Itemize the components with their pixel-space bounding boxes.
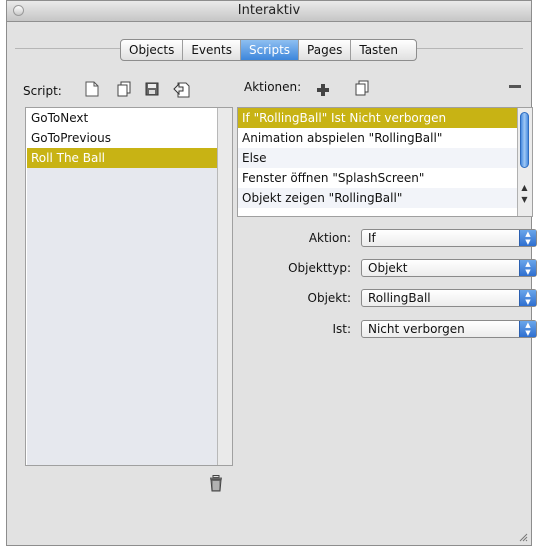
chevron-up-down-icon: ▲ ▼ [519,260,536,276]
load-script-icon[interactable] [173,80,191,98]
add-action-icon[interactable] [316,81,330,97]
trash-icon[interactable] [209,475,223,492]
remove-action-icon[interactable] [508,84,522,90]
actions-list-body: If "RollingBall" Ist Nicht verborgen Ani… [238,108,518,208]
duplicate-action-icon[interactable] [355,80,369,96]
duplicate-script-icon[interactable] [117,81,131,97]
objekt-row: Objekt: RollingBall ▲ ▼ [7,287,538,309]
ist-label: Ist: [332,322,351,336]
action-item[interactable]: Animation abspielen "RollingBall" [238,128,518,148]
scroll-thumb[interactable] [520,112,529,168]
action-item[interactable]: Objekt zeigen "RollingBall" [238,188,518,208]
ist-value: Nicht verborgen [368,322,465,336]
objekt-value: RollingBall [368,291,431,305]
new-script-icon[interactable] [85,81,99,97]
action-item[interactable]: Fenster öffnen "SplashScreen" [238,168,518,188]
scroll-down-icon[interactable]: ▼ [518,194,531,206]
tab-events[interactable]: Events [183,40,241,60]
action-item[interactable]: Else [238,148,518,168]
ist-row: Ist: Nicht verborgen ▲ ▼ [7,318,538,340]
ist-select[interactable]: Nicht verborgen ▲ ▼ [361,320,537,338]
actions-list-scrollbar[interactable]: ▲ ▼ [517,108,532,216]
objekttyp-select[interactable]: Objekt ▲ ▼ [361,259,537,277]
objekt-select[interactable]: RollingBall ▲ ▼ [361,289,537,307]
interaktiv-panel: Interaktiv Objects Events Scripts Pages … [6,0,537,546]
window-title: Interaktiv [237,3,301,18]
script-item-roll-the-ball[interactable]: Roll The Ball [27,148,218,168]
aktion-select[interactable]: If ▲ ▼ [361,229,537,247]
tab-scripts[interactable]: Scripts [240,40,300,60]
actions-list: If "RollingBall" Ist Nicht verborgen Ani… [237,107,533,217]
script-label: Script: [23,84,62,98]
resize-grip-icon[interactable] [518,532,528,542]
action-item[interactable]: If "RollingBall" Ist Nicht verborgen [238,108,518,128]
objekttyp-label: Objekttyp: [288,261,351,275]
objekttyp-row: Objekttyp: Objekt ▲ ▼ [7,257,538,279]
save-script-icon[interactable] [145,81,159,97]
aktion-row: Aktion: If ▲ ▼ [7,227,538,249]
tab-bar: Objects Events Scripts Pages Tasten [120,39,418,61]
script-item-gotonext[interactable]: GoToNext [27,108,218,128]
title-bar[interactable]: Interaktiv [7,1,531,22]
actions-label: Aktionen: [244,80,302,94]
tab-objects[interactable]: Objects [121,40,184,60]
aktion-label: Aktion: [308,231,351,245]
scroll-up-icon[interactable]: ▲ [518,182,531,194]
aktion-value: If [368,231,376,245]
script-item-gotoprevious[interactable]: GoToPrevious [27,128,218,148]
chevron-up-down-icon: ▲ ▼ [519,290,536,306]
chevron-up-down-icon: ▲ ▼ [519,321,536,337]
tab-tasten[interactable]: Tasten [351,40,416,60]
objekt-label: Objekt: [307,291,351,305]
chevron-up-down-icon: ▲ ▼ [519,230,536,246]
objekttyp-value: Objekt [368,261,408,275]
tab-pages[interactable]: Pages [299,40,352,60]
